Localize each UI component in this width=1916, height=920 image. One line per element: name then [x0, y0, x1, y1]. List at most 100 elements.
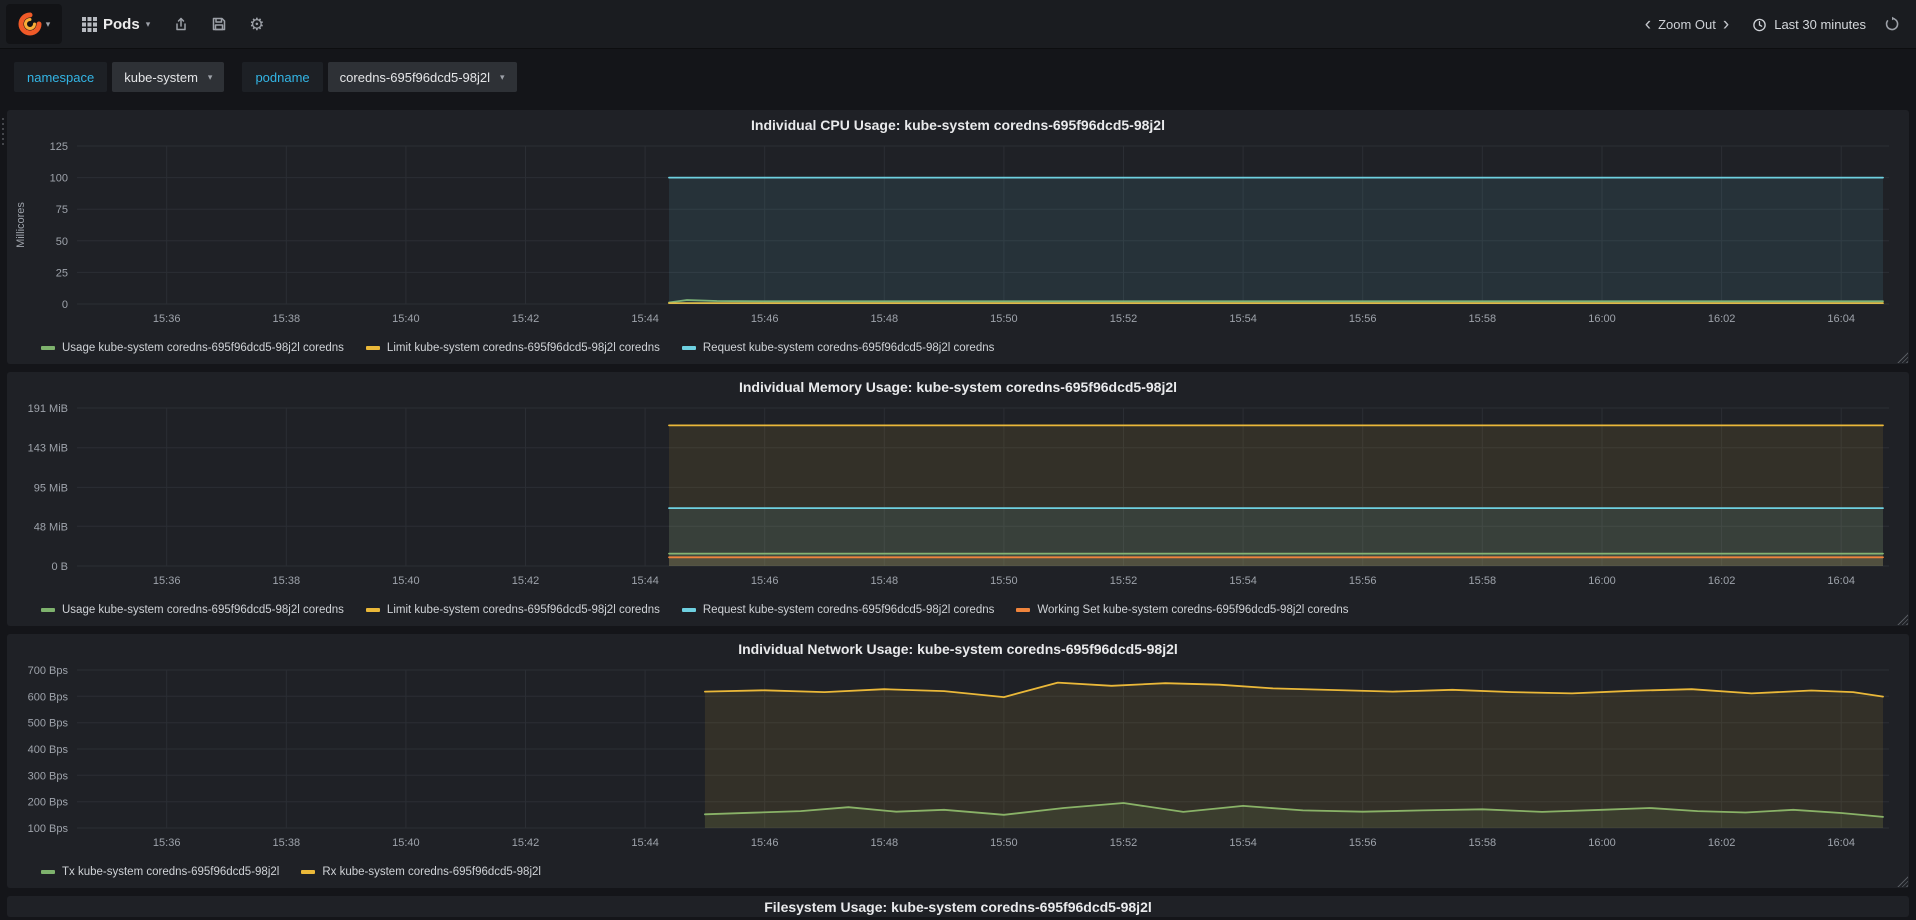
- x-tick-label: 16:04: [1827, 575, 1855, 587]
- chevron-left-icon: ‹: [1644, 13, 1652, 35]
- y-tick-label: 500 Bps: [28, 718, 69, 730]
- panel-title[interactable]: Individual Network Usage: kube-system co…: [13, 638, 1903, 660]
- legend-swatch: [681, 346, 696, 350]
- y-tick-label: 95 MiB: [34, 482, 68, 494]
- x-tick-label: 15:54: [1229, 313, 1257, 325]
- x-tick-label: 15:36: [153, 837, 181, 849]
- variable-select-podname[interactable]: coredns-695f96dcd5-98j2l ▾: [327, 62, 517, 92]
- refresh-button[interactable]: [1884, 16, 1900, 32]
- y-tick-label: 50: [56, 236, 68, 248]
- x-tick-label: 15:42: [512, 575, 540, 587]
- x-tick-label: 15:56: [1349, 575, 1377, 587]
- x-tick-label: 15:58: [1469, 837, 1497, 849]
- panel-network-usage: Individual Network Usage: kube-system co…: [7, 634, 1909, 888]
- y-tick-label: 600 Bps: [28, 691, 69, 703]
- x-tick-label: 15:38: [273, 837, 301, 849]
- dashboard-picker[interactable]: Pods ▾: [72, 10, 160, 39]
- cpu-chart[interactable]: 0 25 50 75 100 125 15:36 15:38 15:40 15:42 15:44 15…: [13, 136, 1903, 338]
- refresh-icon: [1885, 16, 1899, 31]
- legend-item[interactable]: Rx kube-system coredns-695f96dcd5-98j2l: [301, 866, 541, 878]
- legend-item[interactable]: Working Set kube-system coredns-695f96dc…: [1016, 604, 1348, 616]
- legend-swatch: [365, 608, 380, 612]
- x-tick-label: 15:44: [631, 837, 659, 849]
- x-tick-label: 15:56: [1349, 837, 1377, 849]
- x-tick-label: 15:54: [1229, 837, 1257, 849]
- x-tick-label: 16:02: [1708, 837, 1736, 849]
- series-area: [669, 177, 1883, 304]
- dashboards-grid-icon: [82, 16, 97, 32]
- legend-item[interactable]: Tx kube-system coredns-695f96dcd5-98j2l: [41, 866, 279, 878]
- variable-group-namespace: namespace kube-system ▾: [14, 62, 225, 92]
- y-tick-label: 125: [50, 141, 68, 153]
- legend-label: Limit kube-system coredns-695f96dcd5-98j…: [386, 342, 660, 354]
- legend-item[interactable]: Request kube-system coredns-695f96dcd5-9…: [681, 342, 995, 354]
- y-tick-label: 200 Bps: [28, 797, 69, 809]
- legend-item[interactable]: Request kube-system coredns-695f96dcd5-9…: [681, 604, 995, 616]
- panel-title[interactable]: Individual CPU Usage: kube-system coredn…: [13, 114, 1903, 136]
- navbar-right: ‹ Zoom Out › Last 30 minutes: [1640, 15, 1900, 34]
- legend-swatch: [41, 346, 55, 350]
- x-tick-label: 15:50: [990, 837, 1018, 849]
- chart-plot[interactable]: 0 B 48 MiB 95 MiB 143 MiB 191 MiB 15:36 15:38 1…: [13, 398, 1903, 600]
- x-tick-label: 15:52: [1110, 313, 1138, 325]
- legend-item[interactable]: Limit kube-system coredns-695f96dcd5-98j…: [365, 604, 660, 616]
- panel-memory-usage: Individual Memory Usage: kube-system cor…: [7, 372, 1909, 626]
- y-tick-label: 48 MiB: [34, 521, 68, 533]
- legend-swatch: [365, 346, 380, 350]
- x-tick-label: 15:44: [631, 313, 659, 325]
- x-tick-label: 15:46: [751, 837, 779, 849]
- template-variables-row: namespace kube-system ▾ podname coredns-…: [14, 62, 1916, 92]
- time-shift-right-button[interactable]: ›: [1718, 15, 1734, 34]
- y-tick-label: 25: [56, 267, 68, 279]
- x-tick-label: 15:50: [990, 313, 1018, 325]
- legend-item[interactable]: Usage kube-system coredns-695f96dcd5-98j…: [41, 604, 344, 616]
- legend-swatch: [301, 870, 316, 874]
- gear-icon: ⚙: [249, 14, 265, 34]
- x-tick-label: 15:44: [631, 575, 659, 587]
- cpu-legend: Usage kube-system coredns-695f96dcd5-98j…: [13, 338, 1903, 358]
- y-tick-label: 75: [56, 204, 68, 216]
- memory-chart[interactable]: 0 B 48 MiB 95 MiB 143 MiB 191 MiB 15:36 15:38 1…: [13, 398, 1903, 600]
- legend-label: Working Set kube-system coredns-695f96dc…: [1037, 604, 1349, 616]
- save-icon: [212, 17, 226, 31]
- panel-title[interactable]: Filesystem Usage: kube-system coredns-69…: [13, 899, 1903, 915]
- legend-label: Request kube-system coredns-695f96dcd5-9…: [702, 342, 995, 354]
- x-tick-label: 15:36: [153, 313, 181, 325]
- chart-plot[interactable]: 100 Bps 200 Bps 300 Bps 400 Bps 500 Bps 600 B…: [13, 660, 1903, 862]
- y-tick-label: 143 MiB: [28, 443, 68, 455]
- chart-plot[interactable]: 0 25 50 75 100 125 15:36 15:38 15:40 15:42 15:44 15…: [13, 136, 1903, 338]
- x-tick-label: 15:58: [1469, 313, 1497, 325]
- variable-select-namespace[interactable]: kube-system ▾: [112, 62, 225, 92]
- legend-item[interactable]: Usage kube-system coredns-695f96dcd5-98j…: [41, 342, 344, 354]
- x-tick-label: 16:04: [1827, 837, 1855, 849]
- x-tick-label: 15:46: [751, 575, 779, 587]
- navbar-left: ▾ Pods ▾ ⚙: [6, 4, 273, 44]
- time-range-picker[interactable]: Last 30 minutes: [1752, 17, 1866, 32]
- panel-title[interactable]: Individual Memory Usage: kube-system cor…: [13, 376, 1903, 398]
- x-tick-label: 16:02: [1708, 575, 1736, 587]
- x-tick-label: 16:00: [1588, 313, 1616, 325]
- settings-button[interactable]: ⚙: [240, 10, 273, 39]
- variable-value-namespace: kube-system: [124, 69, 198, 85]
- x-tick-label: 15:54: [1229, 575, 1257, 587]
- chevron-right-icon: ›: [1722, 13, 1730, 35]
- legend-item[interactable]: Limit kube-system coredns-695f96dcd5-98j…: [365, 342, 660, 354]
- x-tick-label: 15:52: [1110, 575, 1138, 587]
- variable-group-podname: podname coredns-695f96dcd5-98j2l ▾: [242, 62, 517, 92]
- share-dashboard-button[interactable]: [164, 10, 198, 38]
- x-tick-label: 15:56: [1349, 313, 1377, 325]
- org-caret-icon: ▾: [45, 18, 51, 29]
- x-tick-label: 15:58: [1469, 575, 1497, 587]
- x-tick-label: 15:40: [392, 837, 420, 849]
- time-shift-left-button[interactable]: ‹: [1640, 15, 1656, 34]
- x-tick-label: 15:46: [751, 313, 779, 325]
- legend-label: Request kube-system coredns-695f96dcd5-9…: [702, 604, 995, 616]
- y-tick-label: 191 MiB: [28, 403, 68, 415]
- legend-label: Rx kube-system coredns-695f96dcd5-98j2l: [322, 866, 541, 878]
- zoom-out-button[interactable]: Zoom Out: [1656, 17, 1718, 32]
- podname-caret-icon: ▾: [500, 71, 505, 82]
- grafana-logo-button[interactable]: ▾: [6, 4, 62, 44]
- network-legend: Tx kube-system coredns-695f96dcd5-98j2l R…: [13, 862, 1903, 882]
- save-dashboard-button[interactable]: [202, 10, 236, 38]
- network-chart[interactable]: 100 Bps 200 Bps 300 Bps 400 Bps 500 Bps 600 B…: [13, 660, 1903, 862]
